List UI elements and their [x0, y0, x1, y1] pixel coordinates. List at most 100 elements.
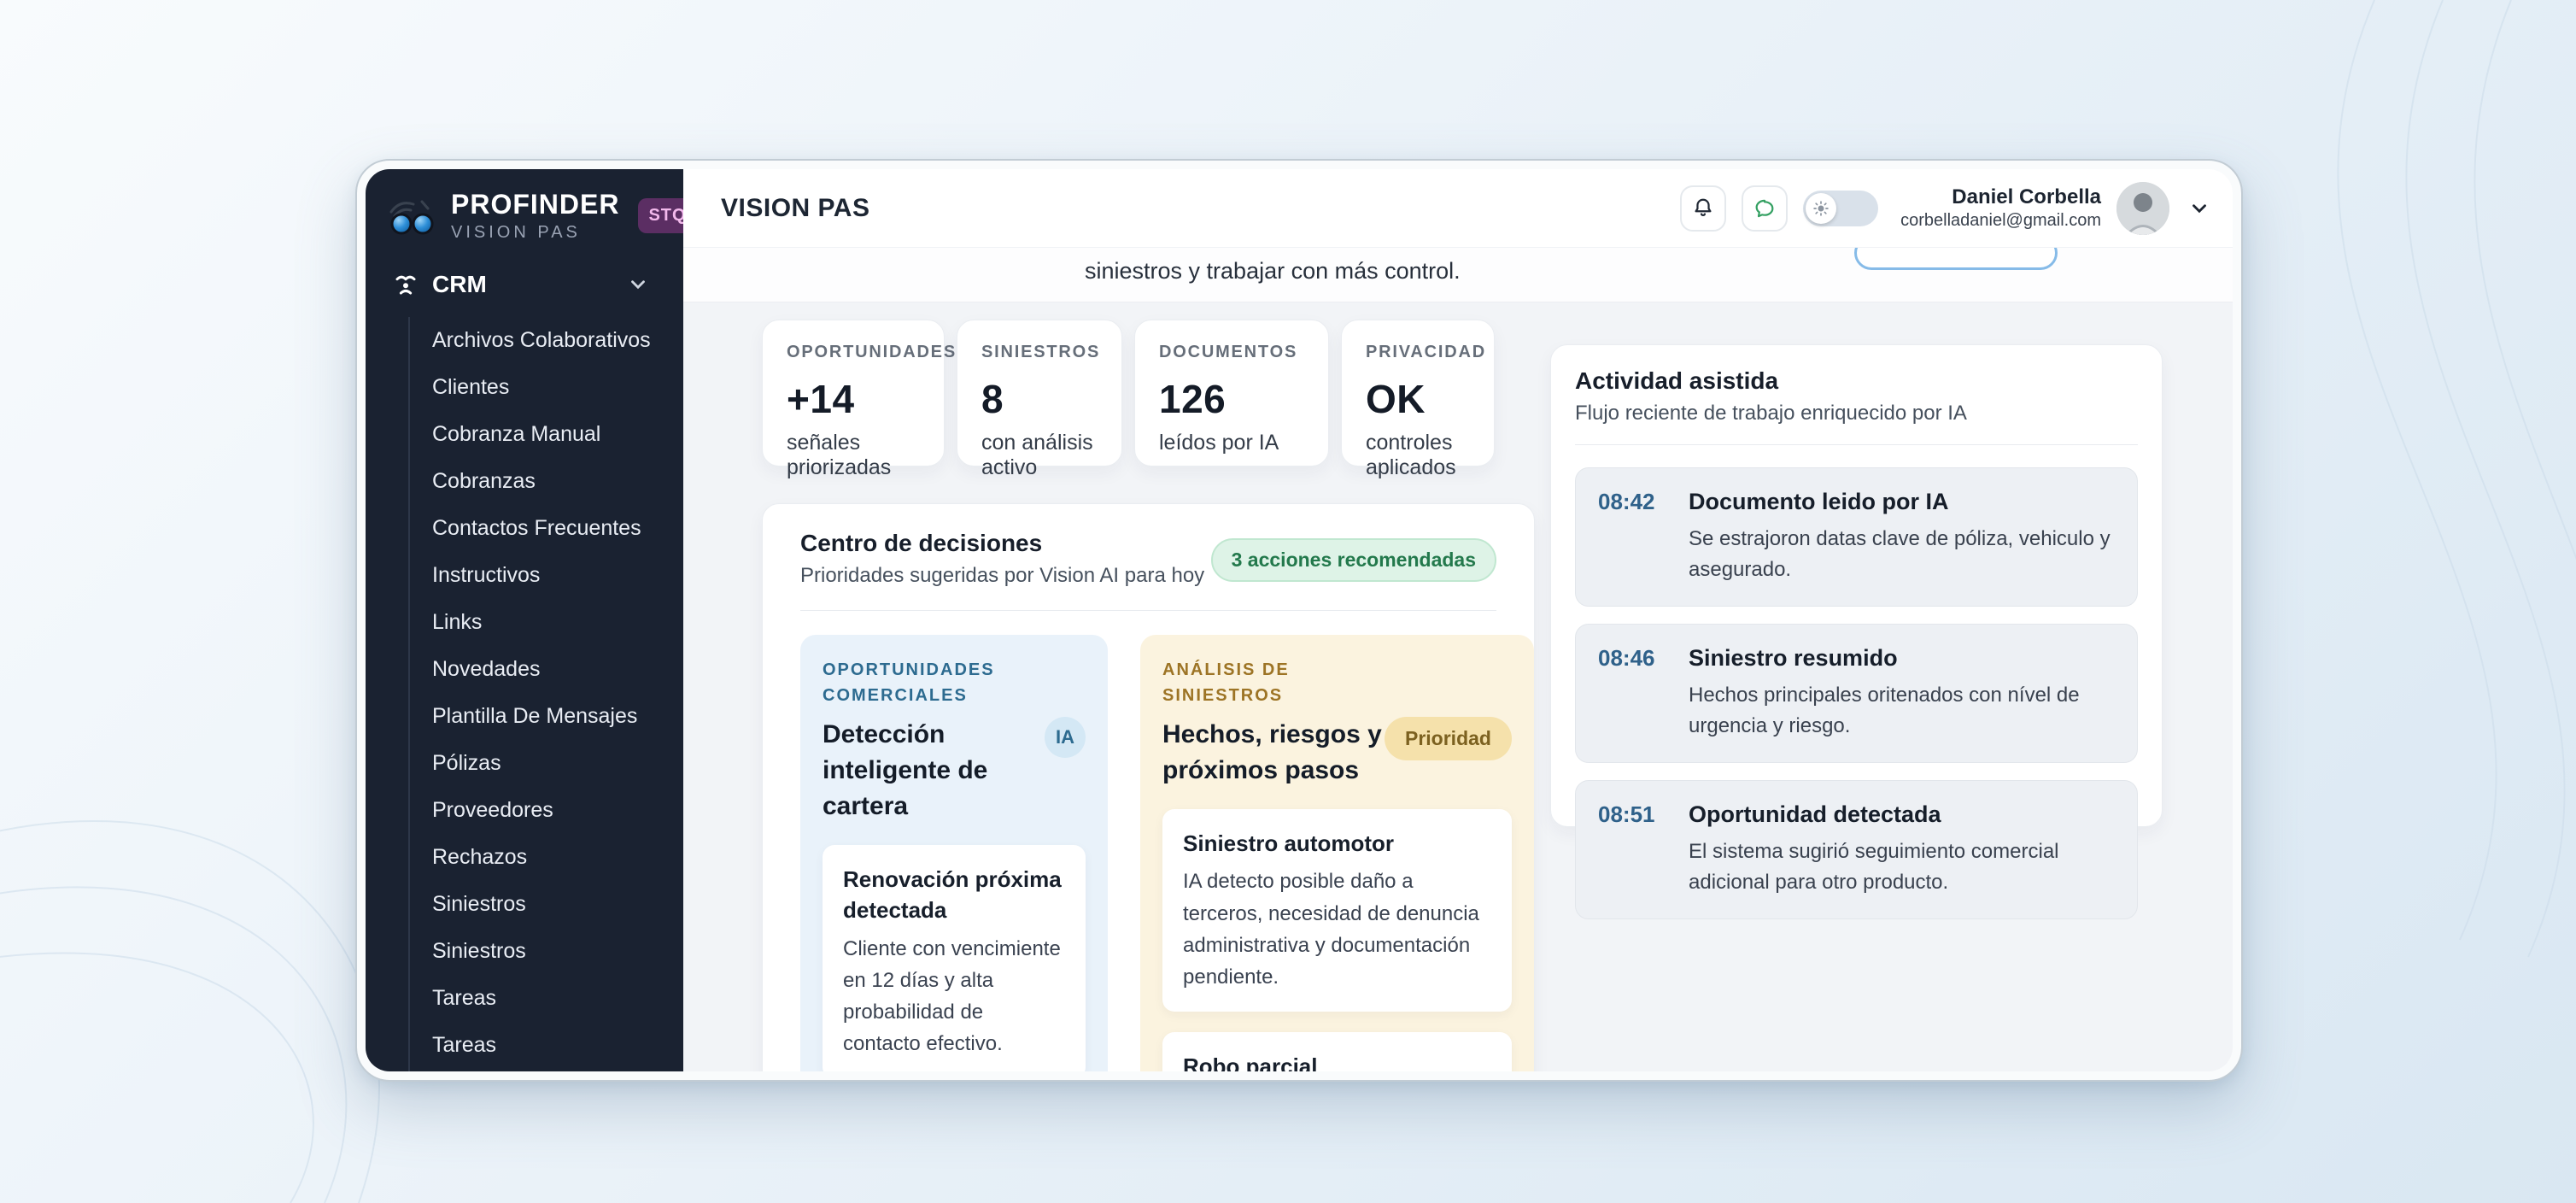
activity-title: Actividad asistida	[1575, 367, 2138, 395]
stat-card-documentos[interactable]: DOCUMENTOS 126 leídos por IA	[1134, 320, 1329, 467]
decision-center-subtitle: Prioridades sugeridas por Vision AI para…	[800, 564, 1204, 588]
bell-icon	[1691, 197, 1715, 220]
stat-value: 126	[1159, 376, 1304, 422]
sidebar-item-proveedores[interactable]: Proveedores	[432, 787, 683, 834]
claim-item[interactable]: Siniestro automotor IA detecto posible d…	[1162, 809, 1512, 1012]
sidebar-section-label: CRM	[432, 271, 613, 298]
crm-person-icon	[393, 272, 419, 297]
stat-card-siniestros[interactable]: SINIESTROS 8 con análisis activo	[957, 320, 1122, 467]
stat-value: +14	[787, 376, 920, 422]
claims-title: Hechos, riesgos y próximos pasos	[1162, 717, 1385, 789]
content-left-column: OPORTUNIDADES +14 señales priorizadas SI…	[762, 320, 1535, 1071]
user-info[interactable]: Daniel Corbella corbelladaniel@gmail.com	[1900, 185, 2101, 232]
stat-label: DOCUMENTOS	[1159, 343, 1304, 362]
user-name: Daniel Corbella	[1900, 185, 2101, 210]
main-area: VISION PAS	[683, 169, 2233, 1071]
sidebar-item-clientes[interactable]: Clientes	[432, 364, 683, 411]
assisted-activity-card: Actividad asistida Flujo reciente de tra…	[1550, 344, 2163, 827]
notifications-button[interactable]	[1680, 185, 1726, 232]
brand-text: PROFINDER VISION PAS	[451, 190, 619, 242]
sidebar-item-tareas-2[interactable]: Tareas	[432, 1022, 683, 1069]
toggle-knob	[1806, 193, 1836, 224]
stat-label: SINIESTROS	[981, 343, 1098, 362]
claims-kicker: ANÁLISIS DE SINIESTROS	[1162, 657, 1367, 708]
claims-analysis-column: ANÁLISIS DE SINIESTROS Hechos, riesgos y…	[1140, 635, 1534, 1071]
chat-bubble-icon	[1753, 197, 1777, 220]
claims-header: Hechos, riesgos y próximos pasos Priorid…	[1162, 717, 1512, 789]
opportunities-title: Detección inteligente de cartera	[823, 717, 1045, 824]
sidebar-item-siniestros-1[interactable]: Siniestros	[432, 881, 683, 928]
decision-columns: OPORTUNIDADES COMERCIALES Detección inte…	[800, 635, 1496, 1071]
profinder-logo-icon	[388, 197, 437, 236]
header-controls: Daniel Corbella corbelladaniel@gmail.com	[1680, 182, 2210, 235]
activity-subtitle: Flujo reciente de trabajo enriquecido po…	[1575, 402, 2138, 425]
priority-badge: Prioridad	[1385, 717, 1512, 760]
page-title: VISION PAS	[721, 194, 1680, 223]
sidebar-item-tareas-1[interactable]: Tareas	[432, 975, 683, 1022]
recommended-actions-badge: 3 acciones recomendadas	[1211, 538, 1496, 582]
stat-card-privacidad[interactable]: PRIVACIDAD OK controles aplicados	[1341, 320, 1495, 467]
activity-item-desc: Se estrajoron datas clave de póliza, veh…	[1689, 524, 2115, 585]
stat-card-oportunidades[interactable]: OPORTUNIDADES +14 señales priorizadas	[762, 320, 945, 467]
sidebar-item-contactos-frecuentes[interactable]: Contactos Frecuentes	[432, 505, 683, 552]
chat-button[interactable]	[1742, 185, 1788, 232]
activity-item-desc: El sistema sugirió seguimiento comercial…	[1689, 836, 2115, 898]
chevron-down-icon[interactable]	[627, 273, 649, 296]
brand-header: PROFINDER VISION PAS STQ ‹	[366, 190, 683, 242]
stat-sublabel: controles aplicados	[1366, 431, 1470, 480]
opportunity-item-desc: Cliente con vencimiente en 12 días y alt…	[843, 933, 1065, 1060]
hero-strip: siniestros y trabajar con más control.	[683, 248, 2233, 302]
claim-item-title: Siniestro automotor	[1183, 828, 1491, 859]
decision-center-card: Centro de decisiones Prioridades sugerid…	[762, 503, 1535, 1071]
divider	[1575, 444, 2138, 445]
activity-item-desc: Hechos principales oritenados con nível …	[1689, 680, 2115, 742]
top-header: VISION PAS	[683, 169, 2233, 248]
stat-sublabel: con análisis activo	[981, 431, 1098, 480]
sidebar-item-siniestros-2[interactable]: Siniestros	[432, 928, 683, 975]
theme-toggle[interactable]	[1803, 191, 1878, 226]
stat-value: OK	[1366, 376, 1470, 422]
stat-sublabel: señales priorizadas	[787, 431, 920, 480]
sidebar-item-vencimientos[interactable]: Vencimientos	[432, 1069, 683, 1080]
stats-row: OPORTUNIDADES +14 señales priorizadas SI…	[762, 320, 1535, 467]
hero-text: siniestros y trabajar con más control.	[1085, 258, 1461, 285]
sidebar-item-cobranza-manual[interactable]: Cobranza Manual	[432, 411, 683, 458]
divider	[800, 610, 1496, 611]
sidebar-item-plantilla-de-mensajes[interactable]: Plantilla De Mensajes	[432, 693, 683, 740]
activity-item-title: Oportunidad detectada	[1689, 801, 2115, 828]
opportunity-item[interactable]: Renovación próxima detectada Cliente con…	[823, 845, 1086, 1071]
activity-item[interactable]: 08:46 Siniestro resumido Hechos principa…	[1575, 624, 2138, 763]
sun-icon	[1812, 200, 1830, 217]
claim-item-desc: IA detecto posible daño a terceros, nece…	[1183, 866, 1491, 993]
app-window: PROFINDER VISION PAS STQ ‹ CRM	[357, 161, 2241, 1080]
avatar[interactable]	[2116, 182, 2169, 235]
activity-item[interactable]: 08:42 Documento leido por IA Se estrajor…	[1575, 467, 2138, 607]
stat-label: OPORTUNIDADES	[787, 343, 920, 362]
opportunity-item-title: Renovación próxima detectada	[843, 864, 1065, 926]
stat-label: PRIVACIDAD	[1366, 343, 1470, 362]
sidebar-item-cobranzas[interactable]: Cobranzas	[432, 458, 683, 505]
activity-item[interactable]: 08:51 Oportunidad detectada El sistema s…	[1575, 780, 2138, 919]
sidebar-item-novedades[interactable]: Novedades	[432, 646, 683, 693]
sidebar-item-polizas[interactable]: Pólizas	[432, 740, 683, 787]
sidebar: PROFINDER VISION PAS STQ ‹ CRM	[366, 169, 683, 1071]
sidebar-item-instructivos[interactable]: Instructivos	[432, 552, 683, 599]
claim-item[interactable]: Robo parcial Resumen automortor generado…	[1162, 1032, 1512, 1071]
brand-name: PROFINDER	[451, 190, 619, 220]
opportunities-header: Detección inteligente de cartera IA	[823, 717, 1086, 824]
sidebar-item-rechazos[interactable]: Rechazos	[432, 834, 683, 881]
sidebar-item-links[interactable]: Links	[432, 599, 683, 646]
claim-item-title: Robo parcial	[1183, 1051, 1491, 1071]
activity-time: 08:46	[1598, 645, 1663, 742]
ia-badge: IA	[1045, 717, 1086, 758]
sidebar-item-archivos-colaborativos[interactable]: Archivos Colaborativos	[432, 317, 683, 364]
activity-time: 08:51	[1598, 801, 1663, 898]
sidebar-section-crm[interactable]: CRM	[366, 259, 683, 310]
decision-center-title: Centro de decisiones	[800, 530, 1204, 557]
sidebar-menu: Archivos Colaborativos Clientes Cobranza…	[408, 317, 683, 1080]
brand-subtitle: VISION PAS	[451, 223, 619, 242]
user-menu-chevron-icon[interactable]	[2188, 197, 2210, 220]
activity-item-title: Documento leido por IA	[1689, 489, 2115, 515]
activity-time: 08:42	[1598, 489, 1663, 585]
content-area: OPORTUNIDADES +14 señales priorizadas SI…	[683, 302, 2233, 1071]
